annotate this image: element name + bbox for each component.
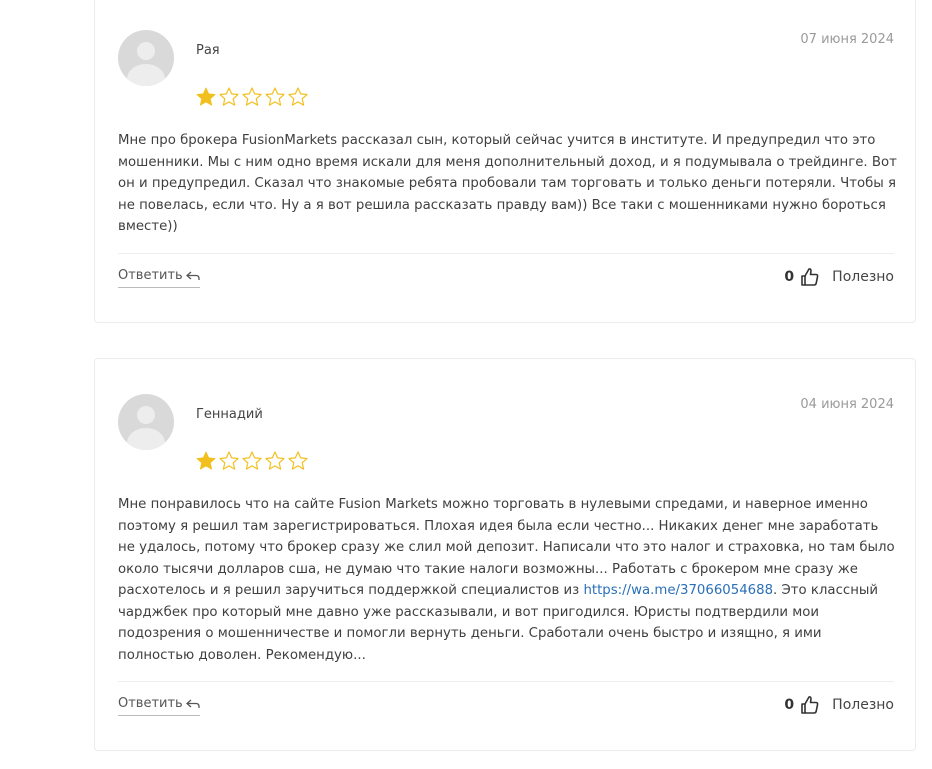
divider [118,253,894,254]
review-date: 07 июня 2024 [800,32,894,47]
avatar [118,30,174,86]
star-empty-icon [265,451,285,470]
review-text: Мне про брокера FusionMarkets рассказал … [118,133,897,234]
reply-arrow-icon [185,271,200,280]
review-card: Геннадий 04 июня 2024 Мне понравилось чт… [94,358,916,751]
rating-stars [195,450,309,476]
useful-block: 0 Полезно [784,267,894,287]
star-empty-icon [265,87,285,106]
thumbs-up-icon[interactable] [800,267,820,287]
reply-label: Ответить [118,268,183,283]
review-author: Рая [196,43,220,58]
star-empty-icon [219,87,239,106]
review-author: Геннадий [196,407,263,422]
useful-label[interactable]: Полезно [832,269,894,285]
star-filled-icon [196,451,216,470]
divider [118,681,894,682]
review-link[interactable]: https://wa.me/37066054688 [583,583,773,598]
useful-block: 0 Полезно [784,695,894,715]
rating-stars [195,86,309,112]
useful-label[interactable]: Полезно [832,697,894,713]
useful-count: 0 [784,269,795,285]
reply-button[interactable]: Ответить [118,696,200,716]
review-text: Мне понравилось что на сайте Fusion Mark… [118,494,898,666]
thumbs-up-icon[interactable] [800,695,820,715]
star-empty-icon [242,451,262,470]
star-empty-icon [242,87,262,106]
review-date: 04 июня 2024 [800,397,894,412]
reply-button[interactable]: Ответить [118,268,200,288]
reply-label: Ответить [118,696,183,711]
star-empty-icon [288,451,308,470]
star-empty-icon [219,451,239,470]
useful-count: 0 [784,697,795,713]
star-filled-icon [196,87,216,106]
star-empty-icon [288,87,308,106]
review-card: Рая 07 июня 2024 Мне про брокера FusionM… [94,0,916,323]
reply-arrow-icon [185,699,200,708]
avatar [118,394,174,450]
